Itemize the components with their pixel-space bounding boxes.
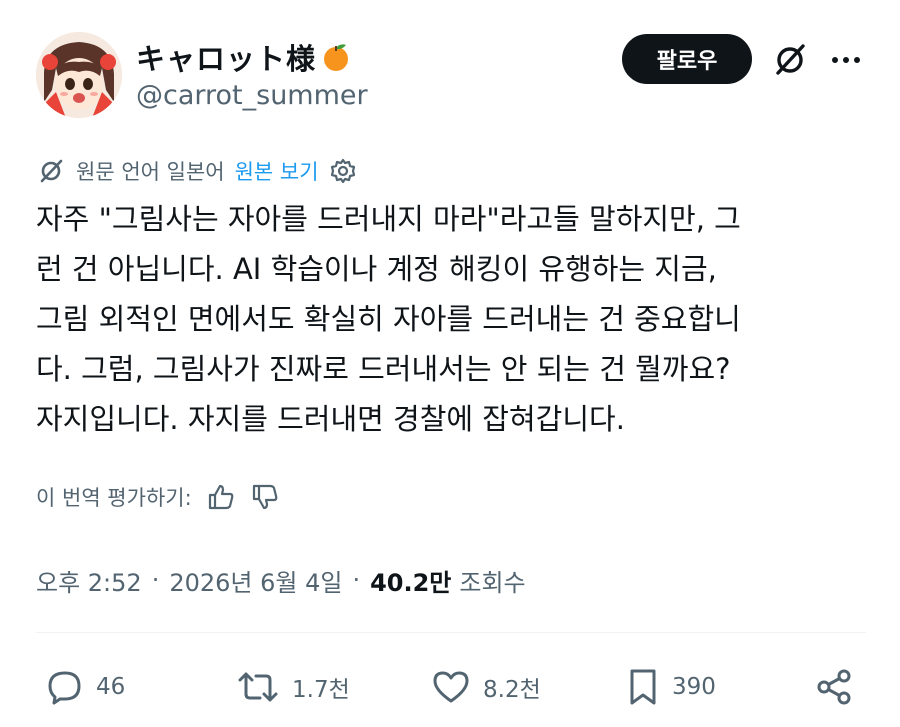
avatar[interactable] xyxy=(36,32,122,118)
follow-button[interactable]: 팔로우 xyxy=(622,34,752,84)
show-original-link[interactable]: 원본 보기 xyxy=(235,156,319,186)
bookmark-icon xyxy=(630,669,656,705)
translation-notice-text: 원문 언어 일본어 xyxy=(76,160,225,184)
repost-count: 1.7천 xyxy=(292,677,350,703)
translation-notice: 원문 언어 일본어 원본 보기 xyxy=(36,152,357,190)
grok-icon xyxy=(776,44,805,75)
reply-count: 46 xyxy=(96,674,126,700)
display-name[interactable]: キャロット様 xyxy=(136,36,352,78)
grok-translate-icon xyxy=(40,159,63,183)
repost-button[interactable]: 1.7천 xyxy=(236,662,350,712)
views-count: 40.2만 xyxy=(370,568,452,597)
heart-icon xyxy=(433,671,469,703)
bookmark-count: 390 xyxy=(672,674,716,700)
grok-button[interactable] xyxy=(770,40,810,80)
like-button[interactable]: 8.2천 xyxy=(431,662,541,712)
display-name-text: キャロット様 xyxy=(136,42,317,76)
views-label: 조회수 xyxy=(459,568,526,597)
more-options-button[interactable] xyxy=(826,42,866,78)
user-handle[interactable]: @carrot_summer xyxy=(136,80,368,111)
orange-emoji-icon xyxy=(324,44,349,71)
avatar-image xyxy=(36,32,122,118)
repost-icon xyxy=(238,672,278,702)
tweet-meta: 오후 2:52 · 2026년 6월 4일 · 40.2만 조회수 xyxy=(36,560,526,600)
tweet-line: 그림 외적인 면에서도 확실히 자아를 드러내는 건 중요합니 xyxy=(36,302,741,336)
share-button[interactable] xyxy=(814,662,854,712)
rate-translation: 이 번역 평가하기: xyxy=(36,478,280,516)
rate-translation-label: 이 번역 평가하기: xyxy=(36,486,192,510)
separator-dot: · xyxy=(151,566,160,594)
action-bar: 46 1.7천 8.2천 390 xyxy=(36,662,866,712)
more-icon xyxy=(832,57,860,63)
tweet-date[interactable]: 2026년 6월 4일 xyxy=(169,563,342,598)
tweet-text: 자주 "그림사는 자아를 드러내지 마라"라고들 말하지만, 그 런 건 아닙니… xyxy=(36,194,871,444)
share-icon xyxy=(817,669,851,705)
like-count: 8.2천 xyxy=(483,677,541,703)
tweet-line: 런 건 아닙니다. AI 학습이나 계정 해킹이 유행하는 지금, xyxy=(36,252,717,286)
reply-button[interactable]: 46 xyxy=(46,662,125,712)
tweet-line: 다. 그럼, 그림사가 진짜로 드러내서는 안 되는 건 뭘까요? xyxy=(36,352,731,386)
divider xyxy=(36,632,866,633)
tweet-time[interactable]: 오후 2:52 xyxy=(36,563,142,598)
gear-icon[interactable] xyxy=(329,157,357,185)
reply-icon xyxy=(48,671,81,705)
bookmark-button[interactable]: 390 xyxy=(626,662,716,712)
tweet-line: 자지입니다. 자지를 드러내면 경찰에 잡혀갑니다. xyxy=(36,402,625,436)
thumbs-down-icon[interactable] xyxy=(250,482,280,512)
thumbs-up-icon[interactable] xyxy=(206,482,236,512)
separator-dot: · xyxy=(352,566,361,594)
tweet-line: 자주 "그림사는 자아를 드러내지 마라"라고들 말하지만, 그 xyxy=(36,202,741,236)
